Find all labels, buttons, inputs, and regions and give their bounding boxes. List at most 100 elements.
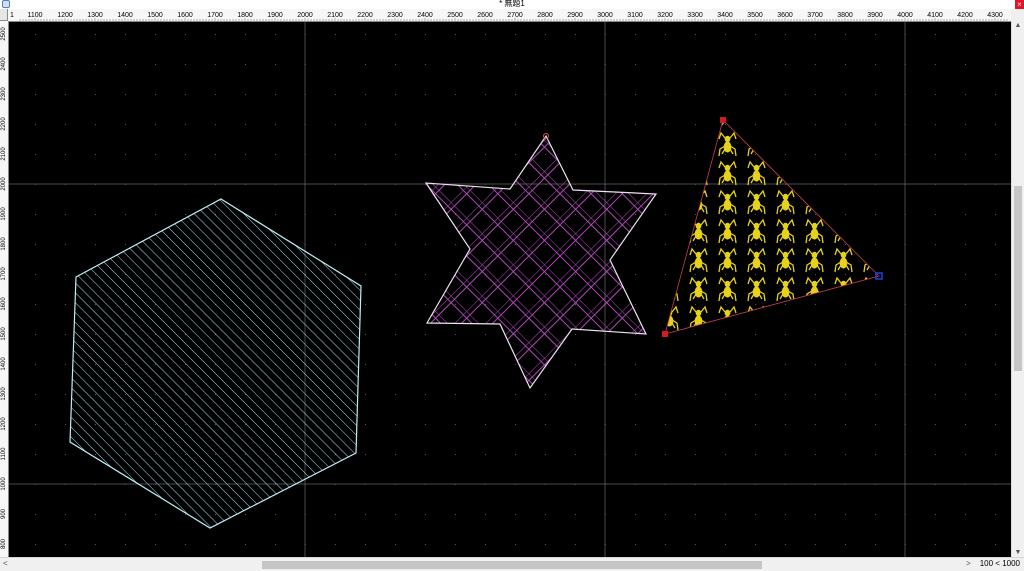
grid-dot (995, 94, 996, 95)
vertical-scrollbar[interactable]: ▲ ▼ (1011, 21, 1024, 557)
ruler-x-label: 4100 (927, 12, 943, 19)
grid-dot (395, 304, 396, 305)
grid-dot (365, 154, 366, 155)
grid-dot (425, 94, 426, 95)
grid-dot (365, 334, 366, 335)
window-title: * 無題1 (499, 0, 525, 8)
ruler-x-label: 1700 (207, 12, 223, 19)
vertical-scroll-thumb[interactable] (1014, 186, 1022, 371)
grid-dot (755, 94, 756, 95)
grid-dot (545, 94, 546, 95)
grid-dot (425, 154, 426, 155)
grid-dot (155, 514, 156, 515)
grid-dot (725, 394, 726, 395)
grid-dot (635, 454, 636, 455)
scroll-left-icon[interactable]: < (3, 559, 8, 568)
grid-dot (785, 424, 786, 425)
grid-dot (335, 244, 336, 245)
selection-handle-left[interactable] (662, 331, 668, 337)
grid-dot (65, 424, 66, 425)
horizontal-scroll-thumb[interactable] (262, 561, 762, 569)
grid-dot (95, 544, 96, 545)
drawing-canvas[interactable] (9, 22, 1011, 557)
selection-handle-top[interactable] (720, 117, 726, 123)
title-bar: * 無題1 × (0, 0, 1024, 9)
grid-dot (635, 394, 636, 395)
grid-dot (365, 124, 366, 125)
grid-dot (725, 424, 726, 425)
grid-dot (665, 394, 666, 395)
grid-dot (545, 454, 546, 455)
grid-dot (515, 64, 516, 65)
grid-dot (995, 454, 996, 455)
ruler-y-label: 2300 (1, 87, 7, 101)
grid-dot (845, 154, 846, 155)
grid-dot (635, 544, 636, 545)
grid-dot (965, 364, 966, 365)
grid-dot (425, 514, 426, 515)
ruler-x-label: 2400 (417, 12, 433, 19)
grid-dot (215, 94, 216, 95)
grid-dot (515, 124, 516, 125)
grid-dot (965, 124, 966, 125)
grid-dot (125, 34, 126, 35)
grid-dot (725, 94, 726, 95)
grid-dot (755, 454, 756, 455)
ruler-x-label: 1900 (267, 12, 283, 19)
ruler-x-label: 1300 (87, 12, 103, 19)
grid-dot (815, 154, 816, 155)
grid-dot (875, 34, 876, 35)
grid-dot (35, 394, 36, 395)
grid-dot (755, 124, 756, 125)
grid-dot (785, 94, 786, 95)
hexagon-shape[interactable] (69, 198, 362, 529)
grid-dot (785, 514, 786, 515)
grid-dot (875, 424, 876, 425)
grid-dot (65, 214, 66, 215)
scroll-down-icon[interactable]: ▼ (1012, 549, 1024, 556)
grid-dot (665, 364, 666, 365)
grid-dot (755, 334, 756, 335)
grid-dot (965, 154, 966, 155)
grid-dot (215, 124, 216, 125)
grid-dot (275, 94, 276, 95)
grid-dot (995, 514, 996, 515)
grid-dot (185, 94, 186, 95)
close-button[interactable]: × (1015, 0, 1024, 9)
horizontal-scrollbar[interactable]: < > 100 < 1000 (0, 557, 1024, 571)
grid-dot (995, 34, 996, 35)
grid-dot (725, 544, 726, 545)
grid-dot (35, 154, 36, 155)
grid-dot (35, 34, 36, 35)
grid-dot (725, 454, 726, 455)
grid-dot (695, 124, 696, 125)
ruler-x-label: 4200 (957, 12, 973, 19)
scroll-right-icon[interactable]: > (966, 559, 971, 568)
star-shape[interactable] (424, 134, 658, 390)
grid-dot (545, 34, 546, 35)
grid-dot (35, 214, 36, 215)
grid-dot (695, 154, 696, 155)
grid-dot (995, 214, 996, 215)
grid-dot (95, 64, 96, 65)
grid-dot (425, 424, 426, 425)
ruler-y-label: 2400 (1, 57, 7, 71)
grid-dot (65, 64, 66, 65)
grid-dot (965, 304, 966, 305)
grid-dot (395, 394, 396, 395)
grid-dot (845, 394, 846, 395)
grid-dot (845, 214, 846, 215)
grid-dot (275, 154, 276, 155)
ruler-y-label: 1700 (1, 267, 7, 281)
grid-dot (485, 514, 486, 515)
grid-dot (815, 364, 816, 365)
grid-dot (965, 334, 966, 335)
grid-dot (875, 154, 876, 155)
grid-dot (35, 124, 36, 125)
grid-dot (965, 94, 966, 95)
grid-dot (395, 154, 396, 155)
grid-dot (425, 304, 426, 305)
scroll-up-icon[interactable]: ▲ (1012, 22, 1024, 29)
grid-dot (575, 34, 576, 35)
triangle-shape[interactable] (664, 119, 880, 335)
